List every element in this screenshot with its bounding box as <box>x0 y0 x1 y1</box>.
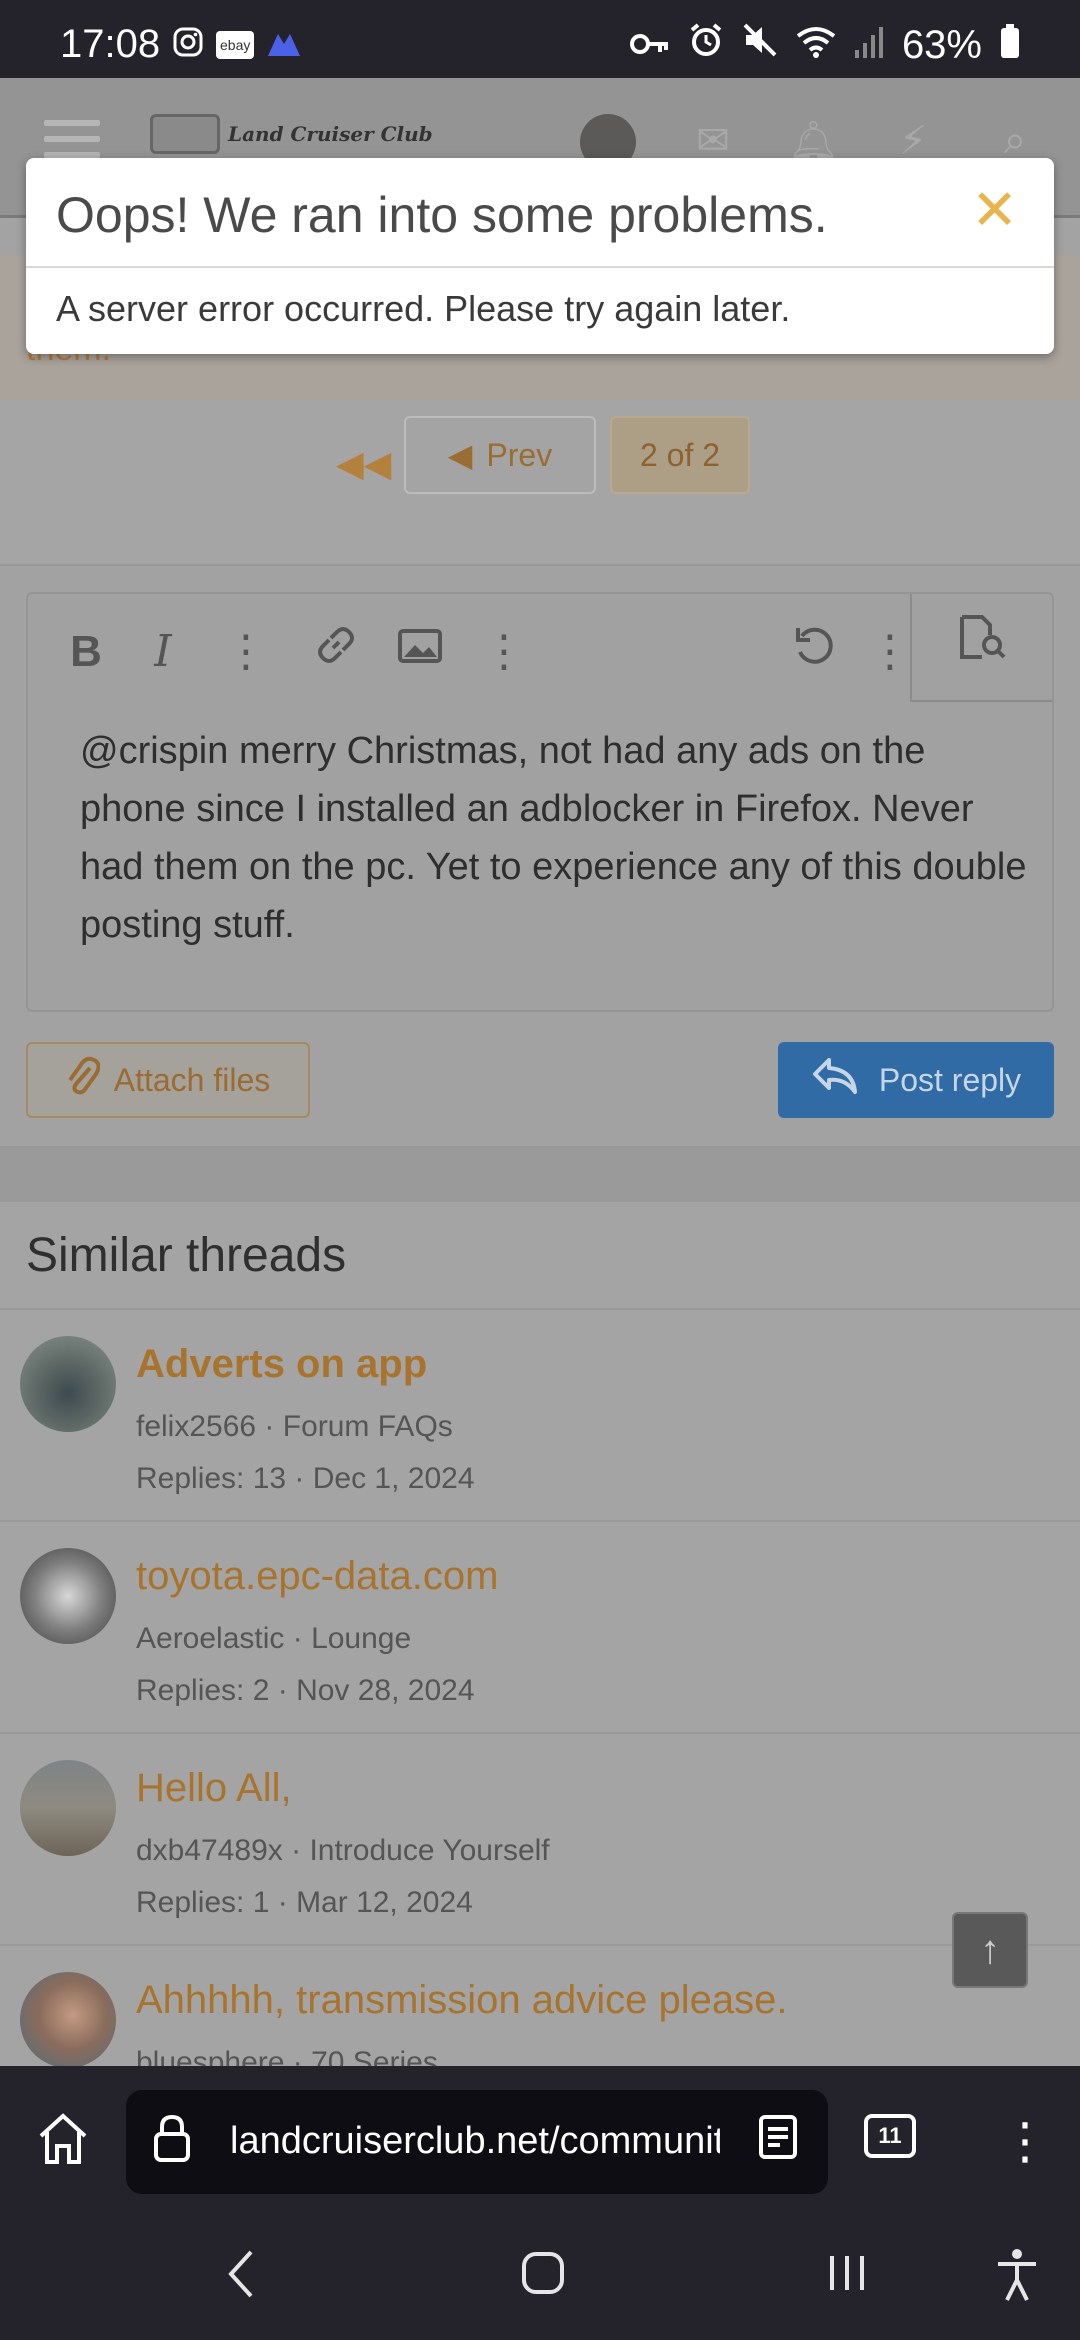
home-icon[interactable] <box>30 2112 96 2172</box>
scroll-to-top-button[interactable]: ↑ <box>952 1912 1028 1988</box>
thread-item[interactable]: Adverts on app felix2566 · Forum FAQs Re… <box>0 1310 1080 1522</box>
tab-count-button[interactable]: 11 <box>864 2114 916 2158</box>
more-insert-options-icon[interactable]: ⋮ <box>482 622 526 682</box>
thread-avatar[interactable] <box>20 1972 116 2068</box>
thread-stats: Replies: 13 · Dec 1, 2024 <box>136 1462 475 1495</box>
error-dialog: Oops! We ran into some problems. ✕ A ser… <box>26 158 1054 354</box>
recent-apps-icon[interactable] <box>812 2246 882 2316</box>
italic-icon[interactable]: I <box>138 622 188 682</box>
prev-page-button[interactable]: ◀ Prev <box>404 416 596 494</box>
thread-meta[interactable]: Aeroelastic · Lounge <box>136 1622 411 1656</box>
reader-mode-icon[interactable] <box>758 2114 798 2171</box>
thread-title[interactable]: Adverts on app <box>136 1342 427 1387</box>
notification-icons: ebay <box>172 26 302 63</box>
thread-title[interactable]: Hello All, <box>136 1766 292 1811</box>
attach-files-label: Attach files <box>113 1061 271 1098</box>
caret-left-icon: ◀ <box>447 437 473 473</box>
error-title: Oops! We ran into some problems. <box>56 187 828 243</box>
first-page-icon[interactable]: ◀◀ <box>336 436 391 492</box>
similar-threads-title: Similar threads <box>26 1229 347 1282</box>
system-nav-bar <box>0 2216 1080 2340</box>
mute-icon <box>742 22 778 68</box>
browser-menu-icon[interactable]: ⋮ <box>1000 2106 1050 2176</box>
prev-page-label: Prev <box>486 436 553 473</box>
system-icons: 63% <box>629 22 1020 68</box>
more-options-icon[interactable]: ⋮ <box>868 622 912 682</box>
alarm-icon <box>688 22 724 68</box>
thread-avatar[interactable] <box>20 1548 116 1644</box>
link-icon[interactable] <box>306 622 366 682</box>
reply-area: B I ⋮ ⋮ ⋮ @crispin merry Christmas, not … <box>0 566 1080 1146</box>
battery-level: 63% <box>901 22 982 67</box>
attach-files-button[interactable]: Attach files <box>26 1042 310 1118</box>
section-divider <box>0 1148 1080 1202</box>
key-icon <box>629 23 670 68</box>
post-reply-button[interactable]: Post reply <box>778 1042 1054 1118</box>
thread-meta[interactable]: dxb47489x · Introduce Yourself <box>136 1834 550 1868</box>
more-text-options-icon[interactable]: ⋮ <box>224 622 268 682</box>
back-icon[interactable] <box>206 2246 276 2316</box>
url-text[interactable]: landcruiserclub.net/community/threads <box>230 2120 720 2163</box>
home-nav-icon[interactable] <box>508 2246 578 2316</box>
thread-stats: Replies: 2 · Nov 28, 2024 <box>136 1674 475 1707</box>
site-logo[interactable]: Land Cruiser Club <box>150 114 433 154</box>
thread-title[interactable]: Ahhhhh, transmission advice please. <box>136 1978 787 2023</box>
address-bar[interactable]: landcruiserclub.net/community/threads <box>126 2090 828 2194</box>
pagination: ◀◀ ◀ Prev 2 of 2 <box>0 400 1080 566</box>
divider <box>26 266 1054 268</box>
thread-title[interactable]: toyota.epc-data.com <box>136 1554 498 1599</box>
status-time: 17:08 <box>60 22 161 66</box>
reply-icon <box>811 1056 859 1104</box>
site-logo-text: Land Cruiser Club <box>228 122 433 146</box>
wifi-icon <box>796 23 836 68</box>
paperclip-icon <box>66 1056 101 1104</box>
arrow-up-icon: ↑ <box>980 1928 1000 1972</box>
browser-toolbar: landcruiserclub.net/community/threads 11… <box>0 2066 1080 2216</box>
accessibility-icon[interactable] <box>982 2246 1052 2316</box>
thread-avatar[interactable] <box>20 1336 116 1432</box>
battery-icon <box>1000 23 1020 68</box>
editor-toolbar: B I ⋮ ⋮ ⋮ <box>28 594 1052 706</box>
thread-stats: Replies: 1 · Mar 12, 2024 <box>136 1886 473 1919</box>
preview-icon[interactable] <box>910 594 1052 702</box>
thread-item[interactable]: Hello All, dxb47489x · Introduce Yoursel… <box>0 1734 1080 1946</box>
ebay-icon: ebay <box>216 30 255 59</box>
reply-text[interactable]: @crispin merry Christmas, not had any ad… <box>80 722 1030 954</box>
bold-icon[interactable]: B <box>56 622 116 682</box>
reply-editor[interactable]: B I ⋮ ⋮ ⋮ @crispin merry Christmas, not … <box>26 592 1054 1012</box>
similar-threads: Similar threads Adverts on app felix2566… <box>0 1146 1080 2079</box>
error-message: A server error occurred. Please try agai… <box>56 288 791 329</box>
status-bar: 17:08 ebay 63% <box>0 0 1080 78</box>
thread-avatar[interactable] <box>20 1760 116 1856</box>
signal-icon <box>854 23 884 68</box>
instagram-icon <box>172 26 204 63</box>
vpn-icon <box>266 26 302 63</box>
close-icon[interactable]: ✕ <box>971 180 1018 240</box>
page-indicator[interactable]: 2 of 2 <box>610 416 750 494</box>
thread-meta[interactable]: felix2566 · Forum FAQs <box>136 1410 453 1444</box>
lock-icon <box>152 2114 192 2173</box>
image-icon[interactable] <box>390 622 450 682</box>
truck-logo-icon <box>150 114 220 154</box>
post-reply-label: Post reply <box>878 1061 1022 1098</box>
thread-item[interactable]: toyota.epc-data.com Aeroelastic · Lounge… <box>0 1522 1080 1734</box>
undo-icon[interactable] <box>784 622 844 682</box>
